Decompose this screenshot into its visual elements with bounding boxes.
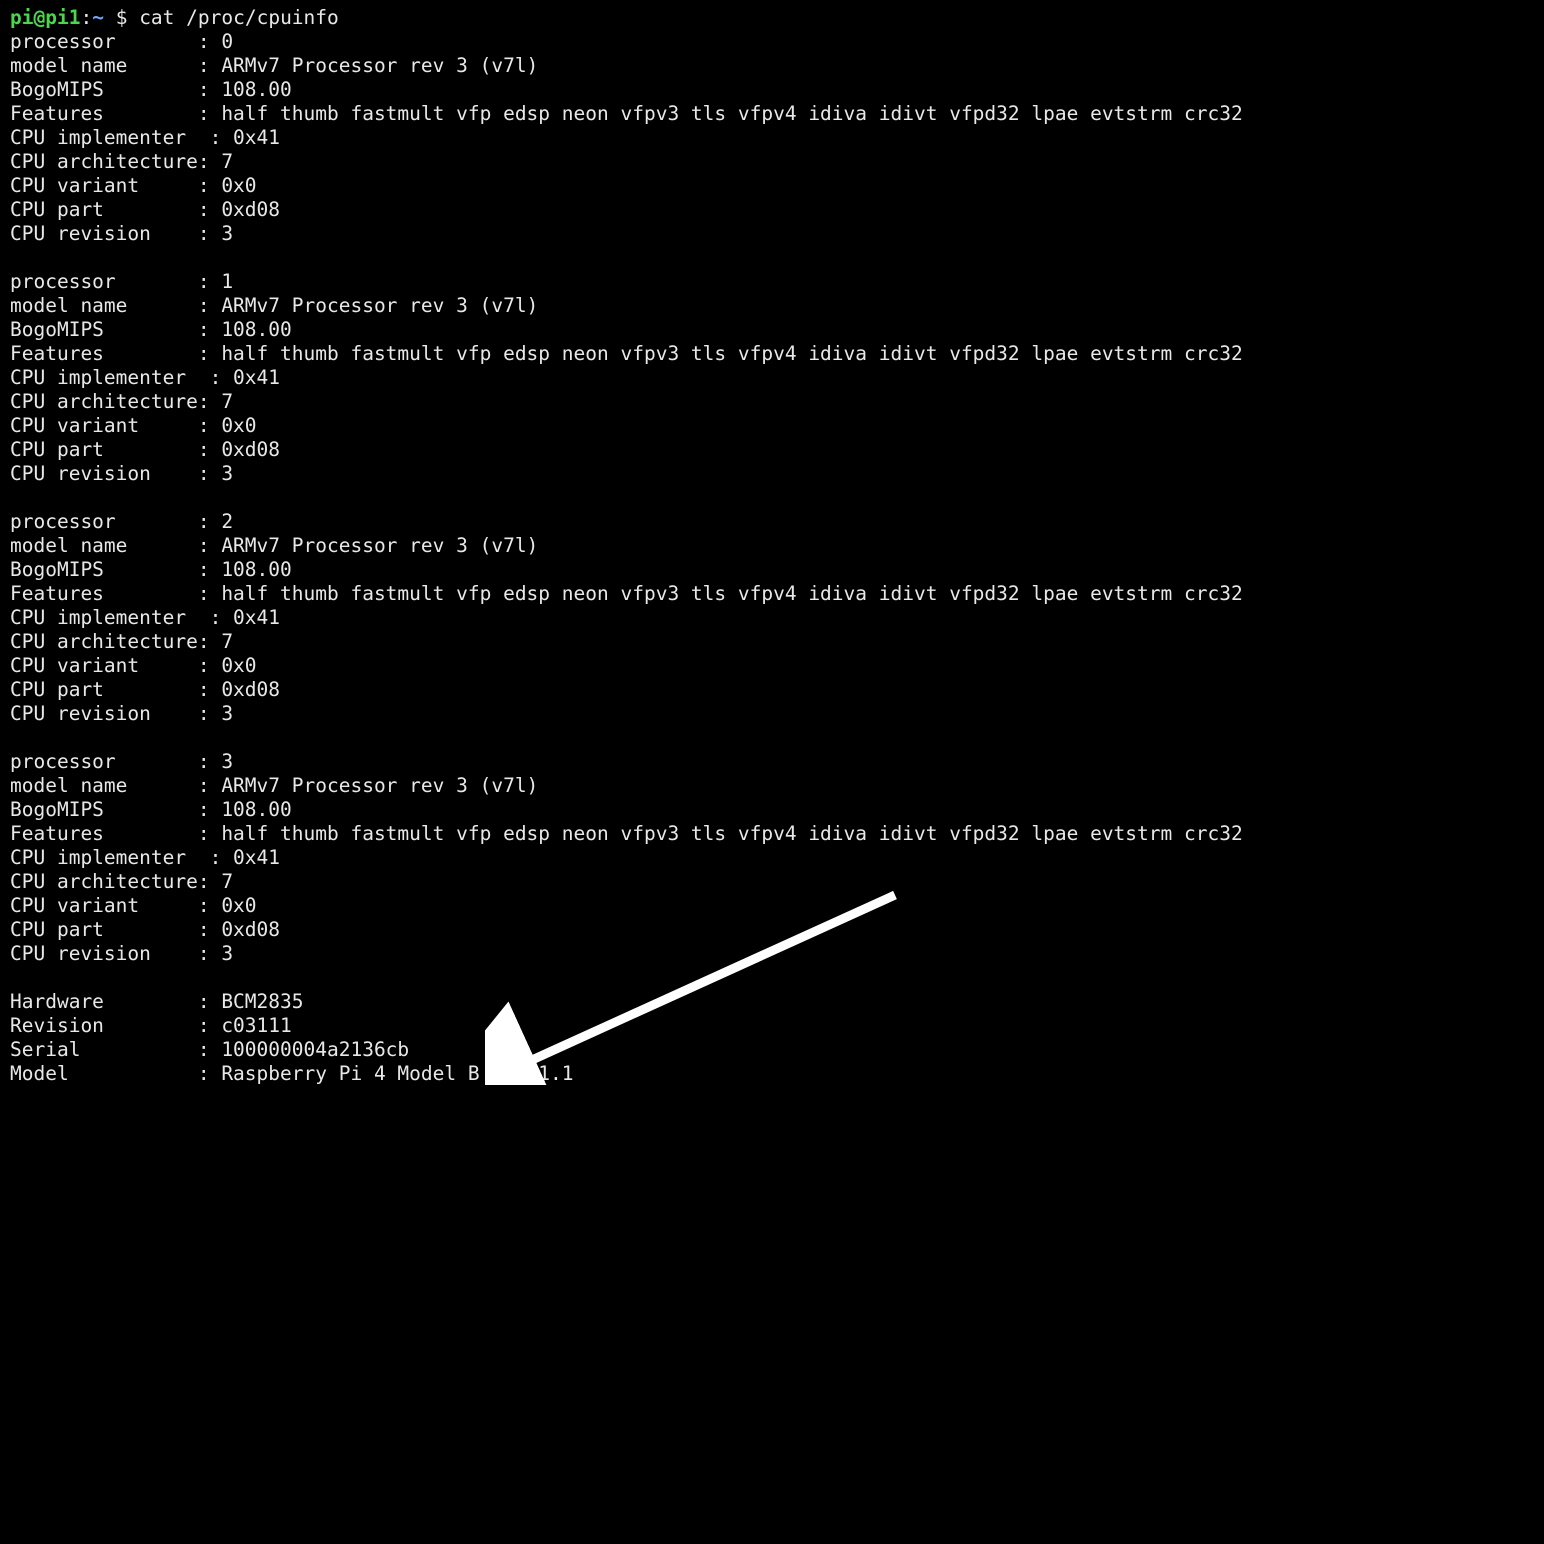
cpuinfo-line: CPU architecture: 7 xyxy=(10,870,1534,894)
cpuinfo-line: CPU revision : 3 xyxy=(10,462,1534,486)
prompt-colon: : xyxy=(80,6,92,29)
cpuinfo-line: CPU variant : 0x0 xyxy=(10,654,1534,678)
prompt-at: @ xyxy=(33,6,45,29)
cpuinfo-line: CPU architecture: 7 xyxy=(10,390,1534,414)
cpuinfo-footer-line: Model : Raspberry Pi 4 Model B Rev 1.1 xyxy=(10,1062,1534,1086)
cpuinfo-line: CPU part : 0xd08 xyxy=(10,198,1534,222)
cpuinfo-footer-line: Serial : 100000004a2136cb xyxy=(10,1038,1534,1062)
cpuinfo-line: processor : 2 xyxy=(10,510,1534,534)
blank-line xyxy=(10,726,1534,750)
cpuinfo-line: BogoMIPS : 108.00 xyxy=(10,78,1534,102)
cpuinfo-line: CPU architecture: 7 xyxy=(10,150,1534,174)
cpuinfo-line: CPU part : 0xd08 xyxy=(10,918,1534,942)
cpuinfo-line: Features : half thumb fastmult vfp edsp … xyxy=(10,102,1534,126)
cpuinfo-line: Features : half thumb fastmult vfp edsp … xyxy=(10,582,1534,606)
cpuinfo-line: processor : 3 xyxy=(10,750,1534,774)
cpuinfo-line: CPU variant : 0x0 xyxy=(10,894,1534,918)
cpuinfo-line: Features : half thumb fastmult vfp edsp … xyxy=(10,822,1534,846)
cpuinfo-line: CPU implementer : 0x41 xyxy=(10,606,1534,630)
cpuinfo-line: CPU revision : 3 xyxy=(10,942,1534,966)
cpuinfo-line: BogoMIPS : 108.00 xyxy=(10,558,1534,582)
blank-line xyxy=(10,246,1534,270)
cpuinfo-line: CPU variant : 0x0 xyxy=(10,414,1534,438)
prompt-dollar: $ xyxy=(116,6,139,29)
terminal-window[interactable]: pi@pi1:~ $ cat /proc/cpuinfoprocessor : … xyxy=(0,0,1544,1092)
prompt-path: ~ xyxy=(92,6,115,29)
cpuinfo-line: CPU revision : 3 xyxy=(10,222,1534,246)
cpuinfo-line: CPU implementer : 0x41 xyxy=(10,366,1534,390)
cpuinfo-line: CPU part : 0xd08 xyxy=(10,678,1534,702)
cpuinfo-line: Features : half thumb fastmult vfp edsp … xyxy=(10,342,1534,366)
blank-line xyxy=(10,486,1534,510)
cpuinfo-line: CPU revision : 3 xyxy=(10,702,1534,726)
cpuinfo-line: BogoMIPS : 108.00 xyxy=(10,798,1534,822)
cpuinfo-line: model name : ARMv7 Processor rev 3 (v7l) xyxy=(10,774,1534,798)
cpuinfo-line: CPU architecture: 7 xyxy=(10,630,1534,654)
cpuinfo-line: CPU variant : 0x0 xyxy=(10,174,1534,198)
cpuinfo-line: CPU implementer : 0x41 xyxy=(10,846,1534,870)
prompt-host: pi1 xyxy=(45,6,80,29)
cpuinfo-line: processor : 0 xyxy=(10,30,1534,54)
command-text: cat /proc/cpuinfo xyxy=(139,6,339,29)
cpuinfo-line: model name : ARMv7 Processor rev 3 (v7l) xyxy=(10,294,1534,318)
cpuinfo-line: processor : 1 xyxy=(10,270,1534,294)
cpuinfo-line: CPU implementer : 0x41 xyxy=(10,126,1534,150)
prompt-line[interactable]: pi@pi1:~ $ cat /proc/cpuinfo xyxy=(10,6,1534,30)
cpuinfo-line: BogoMIPS : 108.00 xyxy=(10,318,1534,342)
cpuinfo-line: CPU part : 0xd08 xyxy=(10,438,1534,462)
prompt-user: pi xyxy=(10,6,33,29)
cpuinfo-line: model name : ARMv7 Processor rev 3 (v7l) xyxy=(10,534,1534,558)
blank-line xyxy=(10,966,1534,990)
cpuinfo-line: model name : ARMv7 Processor rev 3 (v7l) xyxy=(10,54,1534,78)
cpuinfo-footer-line: Revision : c03111 xyxy=(10,1014,1534,1038)
cpuinfo-footer-line: Hardware : BCM2835 xyxy=(10,990,1534,1014)
